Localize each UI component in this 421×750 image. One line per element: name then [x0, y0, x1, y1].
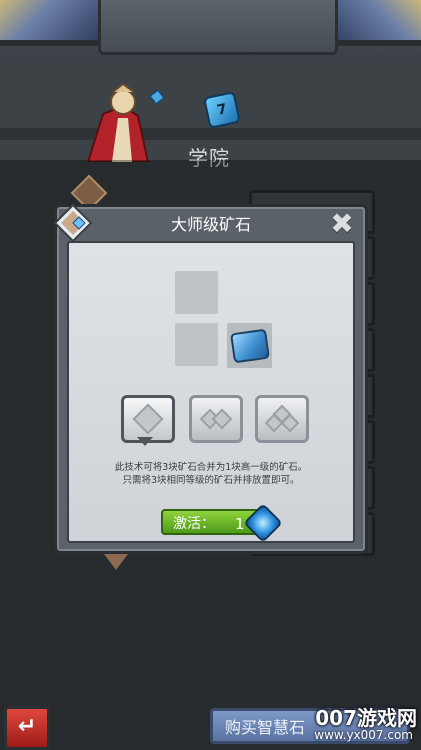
description-line: 此技术可将3块矿石合并为1块高一级的矿石。 [114, 462, 308, 473]
activate-label: 激活： [173, 516, 215, 532]
triple-diamond-icon [265, 405, 299, 433]
back-button[interactable]: ↵ [4, 706, 50, 750]
empty-ore-slot [175, 271, 218, 314]
merge-mode-single-button[interactable] [121, 395, 175, 443]
stained-glass-window-left [0, 0, 100, 46]
wizard-character [86, 84, 166, 162]
master-ore-dialog: 大师级矿石 ✖ 此技术可将3块矿石合并为1块高一级的矿石。 只需将3块相同等级的… [53, 203, 368, 554]
watermark-url: www.yx007.com [314, 728, 413, 742]
double-diamond-icon [199, 408, 233, 430]
ledge [0, 128, 421, 140]
description: 此技术可将3块矿石合并为1块高一级的矿石。 只需将3块相同等级的矿石并排放置即可… [69, 461, 353, 487]
selection-pointer [137, 437, 153, 446]
diamond-icon [132, 403, 164, 435]
ore-slot [227, 323, 272, 368]
academy-level-icon: 7 [203, 91, 241, 129]
description-line: 只需将3块相同等级的矿石并排放置即可。 [122, 475, 300, 486]
dialog-title: 大师级矿石 [170, 215, 251, 234]
watermark-brand: 007游戏网 [315, 706, 417, 730]
dialog-content: 此技术可将3块矿石合并为1块高一级的矿石。 只需将3块相同等级的矿石并排放置即可… [67, 241, 355, 543]
blue-ore-icon [229, 328, 270, 363]
top-panel [98, 0, 338, 55]
activate-cost: 1 [235, 515, 245, 533]
stained-glass-window-right [331, 0, 421, 46]
merge-mode-double-button[interactable] [189, 395, 243, 443]
close-icon[interactable]: ✖ [327, 209, 357, 239]
activate-button[interactable]: 激活： 1 [161, 503, 283, 543]
merge-mode-triple-button[interactable] [255, 395, 309, 443]
empty-ore-slot [175, 323, 218, 366]
back-arrow-icon: ↵ [17, 714, 37, 739]
wisdom-gem-icon [243, 503, 283, 543]
